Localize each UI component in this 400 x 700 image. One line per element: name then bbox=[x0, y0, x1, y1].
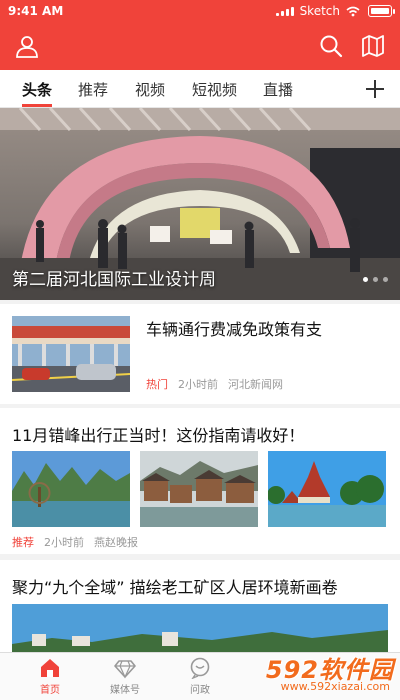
recommend-badge: 推荐 bbox=[12, 536, 34, 549]
carousel-dots bbox=[363, 277, 388, 282]
nav-label: 媒体号 bbox=[110, 685, 140, 696]
nav-label: 首页 bbox=[40, 685, 60, 696]
nav-media[interactable]: 媒体号 bbox=[95, 657, 155, 699]
top-bar: 9:41 AM Sketch bbox=[0, 0, 400, 70]
app-screen: 9:41 AM Sketch 头条 推荐 视频 短视频 直播 第二届河北国际工业… bbox=[0, 0, 400, 700]
news-meta: 推荐 2小时前 燕赵晚报 bbox=[12, 534, 138, 550]
map-icon[interactable] bbox=[360, 33, 386, 59]
watermark: 592软件园 www.592xiazai.com bbox=[226, 650, 394, 696]
channel-tabs: 头条 推荐 视频 短视频 直播 bbox=[0, 70, 400, 108]
nav-label: 问政 bbox=[190, 685, 210, 696]
news-title: 11月错峰出行正当时！这份指南请收好！ bbox=[12, 426, 305, 445]
news-title: 车辆通行费减免政策有支 bbox=[146, 320, 323, 339]
tab-recommended[interactable]: 推荐 bbox=[78, 79, 108, 100]
carousel-dot[interactable] bbox=[373, 277, 378, 282]
user-icon[interactable] bbox=[14, 33, 40, 59]
status-bar: 9:41 AM Sketch bbox=[0, 0, 400, 22]
news-image bbox=[268, 451, 386, 527]
nav-inquiry[interactable]: 问政 bbox=[170, 657, 230, 699]
carrier-name: Sketch bbox=[299, 4, 340, 18]
hero-banner[interactable]: 第二届河北国际工业设计周 bbox=[0, 108, 400, 300]
app-header bbox=[0, 22, 400, 70]
status-time: 9:41 AM bbox=[8, 4, 64, 18]
tab-live[interactable]: 直播 bbox=[263, 79, 293, 100]
watermark-url: www.592xiazai.com bbox=[280, 680, 390, 693]
tab-short-video[interactable]: 短视频 bbox=[192, 79, 237, 100]
tab-headlines[interactable]: 头条 bbox=[22, 79, 52, 100]
wifi-icon bbox=[346, 6, 360, 16]
add-channel-icon[interactable] bbox=[364, 78, 386, 100]
news-item[interactable]: 车辆通行费减免政策有支 热门 2小时前 河北新闻网 bbox=[0, 304, 400, 404]
carrier-info: Sketch bbox=[275, 4, 360, 18]
nav-home[interactable]: 首页 bbox=[20, 657, 80, 699]
hero-title: 第二届河北国际工业设计周 bbox=[12, 270, 216, 290]
news-meta: 热门 2小时前 河北新闻网 bbox=[146, 376, 283, 392]
news-thumbnail bbox=[12, 316, 130, 392]
news-source: 燕赵晚报 bbox=[94, 536, 138, 549]
news-title: 聚力“九个全域” 描绘老工矿区人居环境新画卷 bbox=[12, 578, 338, 597]
news-image bbox=[12, 451, 130, 527]
carousel-dot[interactable] bbox=[383, 277, 388, 282]
diamond-icon bbox=[114, 660, 136, 679]
news-time: 2小时前 bbox=[44, 536, 84, 549]
news-image bbox=[140, 451, 258, 527]
news-time: 2小时前 bbox=[178, 378, 218, 391]
home-icon bbox=[41, 659, 59, 677]
battery-level bbox=[371, 8, 389, 14]
signal-icon bbox=[275, 6, 294, 16]
news-source: 河北新闻网 bbox=[228, 378, 283, 391]
active-tab-indicator bbox=[22, 104, 52, 107]
news-item[interactable]: 11月错峰出行正当时！这份指南请收好！ 推荐 2小时前 燕赵晚报 bbox=[0, 408, 400, 554]
hot-badge: 热门 bbox=[146, 378, 168, 391]
tab-video[interactable]: 视频 bbox=[135, 79, 165, 100]
battery-icon bbox=[368, 5, 395, 17]
carousel-dot[interactable] bbox=[363, 277, 368, 282]
search-icon[interactable] bbox=[318, 33, 344, 59]
chat-icon bbox=[190, 657, 210, 679]
